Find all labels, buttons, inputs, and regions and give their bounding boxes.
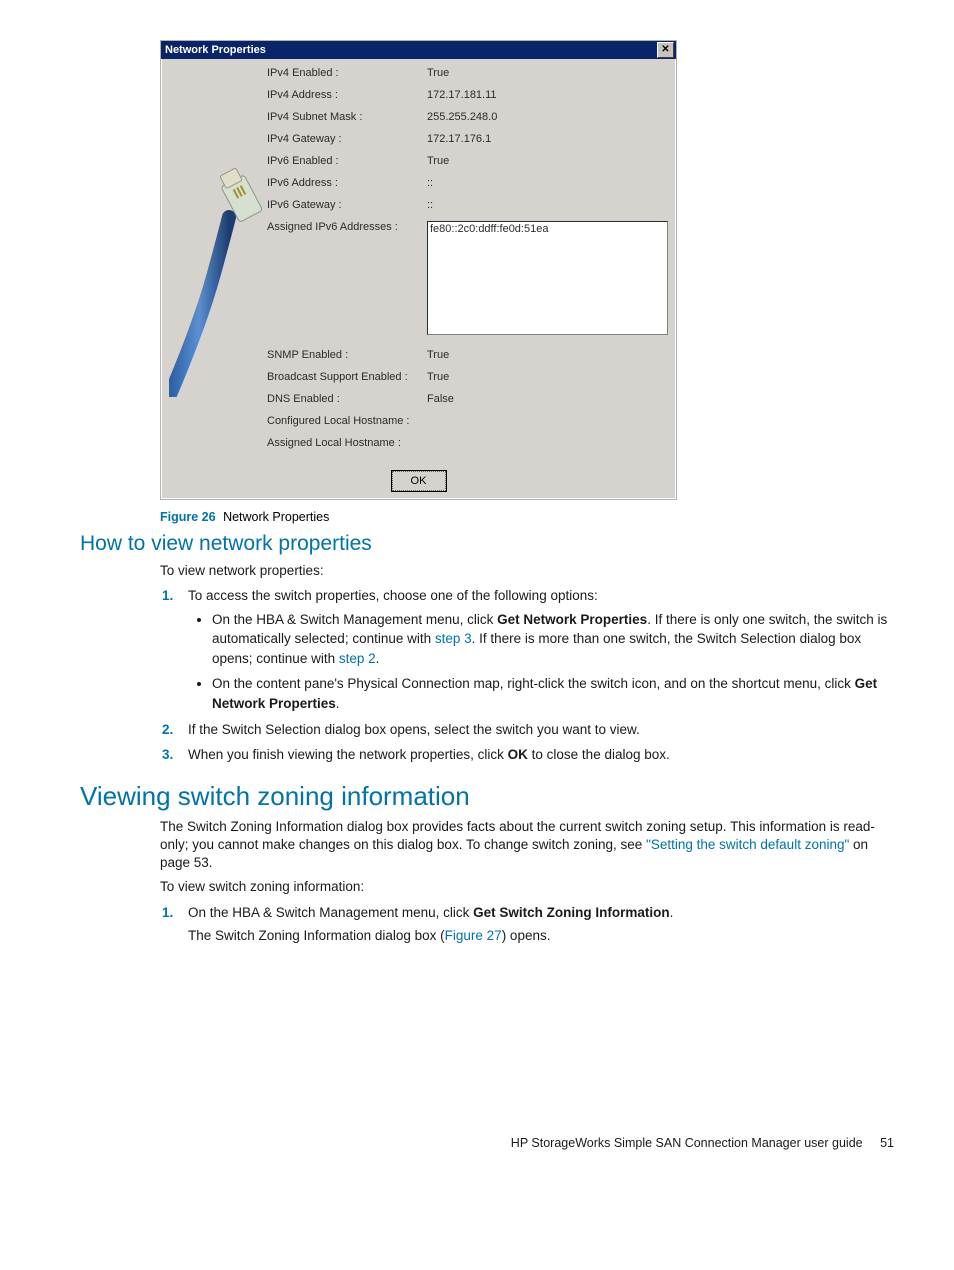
bold-ok: OK xyxy=(508,747,528,762)
zoning-paragraph-1: The Switch Zoning Information dialog box… xyxy=(160,818,894,873)
prop-row-ipv6-enabled: IPv6 Enabled : True xyxy=(267,155,668,167)
assigned-ipv6-list[interactable]: fe80::2c0:ddff:fe0d:51ea xyxy=(427,221,668,335)
bullet-hba-menu: On the HBA & Switch Management menu, cli… xyxy=(212,610,894,669)
figure-label: Figure 26 xyxy=(160,510,216,524)
prop-value: True xyxy=(427,67,668,79)
prop-value: True xyxy=(427,155,668,167)
zoning-step-1: 1. On the HBA & Switch Management menu, … xyxy=(188,903,894,946)
prop-value: 172.17.181.11 xyxy=(427,89,668,101)
step-number: 3. xyxy=(162,745,173,765)
page-number: 51 xyxy=(880,1136,894,1150)
ipv6-list-item: fe80::2c0:ddff:fe0d:51ea xyxy=(430,223,665,235)
prop-label: IPv4 Address : xyxy=(267,89,427,101)
ok-button[interactable]: OK xyxy=(392,471,446,491)
prop-label: IPv4 Gateway : xyxy=(267,133,427,145)
section1-intro: To view network properties: xyxy=(160,562,894,580)
cable-illustration xyxy=(169,67,263,397)
prop-row-configured-hostname: Configured Local Hostname : xyxy=(267,415,668,427)
section-heading-zoning-info: Viewing switch zoning information xyxy=(80,781,894,812)
prop-value: True xyxy=(427,371,668,383)
prop-value: :: xyxy=(427,199,668,211)
prop-row-ipv4-subnet: IPv4 Subnet Mask : 255.255.248.0 xyxy=(267,111,668,123)
step-2: 2. If the Switch Selection dialog box op… xyxy=(188,720,894,740)
section-heading-view-network-properties: How to view network properties xyxy=(80,532,894,556)
footer-text: HP StorageWorks Simple SAN Connection Ma… xyxy=(511,1136,863,1150)
prop-value: 172.17.176.1 xyxy=(427,133,668,145)
step-1-text: To access the switch properties, choose … xyxy=(188,588,598,603)
dialog-title-bar: Network Properties ✕ xyxy=(161,41,676,59)
prop-row-assigned-ipv6: Assigned IPv6 Addresses : fe80::2c0:ddff… xyxy=(267,221,668,335)
bullet-content-pane: On the content pane's Physical Connectio… xyxy=(212,674,894,713)
prop-label: Assigned IPv6 Addresses : xyxy=(267,221,427,233)
network-properties-dialog: Network Properties ✕ xyxy=(160,40,677,500)
prop-label: Broadcast Support Enabled : xyxy=(267,371,427,383)
prop-row-ipv4-gateway: IPv4 Gateway : 172.17.176.1 xyxy=(267,133,668,145)
prop-label: SNMP Enabled : xyxy=(267,349,427,361)
prop-label: IPv6 Address : xyxy=(267,177,427,189)
step-number: 1. xyxy=(162,903,173,923)
prop-label: IPv4 Enabled : xyxy=(267,67,427,79)
bold-get-network-properties: Get Network Properties xyxy=(497,612,647,627)
prop-label: IPv4 Subnet Mask : xyxy=(267,111,427,123)
close-button[interactable]: ✕ xyxy=(657,42,674,58)
prop-label: Configured Local Hostname : xyxy=(267,415,427,427)
link-step-3[interactable]: step 3 xyxy=(435,631,472,646)
step-3: 3. When you finish viewing the network p… xyxy=(188,745,894,765)
link-setting-default-zoning[interactable]: "Setting the switch default zoning" xyxy=(646,837,849,852)
step-number: 1. xyxy=(162,586,173,606)
prop-value: :: xyxy=(427,177,668,189)
prop-row-dns-enabled: DNS Enabled : False xyxy=(267,393,668,405)
bold-get-switch-zoning: Get Switch Zoning Information xyxy=(473,905,670,920)
prop-label: IPv6 Gateway : xyxy=(267,199,427,211)
prop-value: False xyxy=(427,393,668,405)
prop-row-ipv4-enabled: IPv4 Enabled : True xyxy=(267,67,668,79)
link-figure-27[interactable]: Figure 27 xyxy=(445,928,502,943)
prop-row-broadcast-enabled: Broadcast Support Enabled : True xyxy=(267,371,668,383)
prop-label: DNS Enabled : xyxy=(267,393,427,405)
prop-value: True xyxy=(427,349,668,361)
dialog-title: Network Properties xyxy=(165,44,266,56)
page-footer: HP StorageWorks Simple SAN Connection Ma… xyxy=(511,1136,894,1150)
close-icon: ✕ xyxy=(661,45,669,55)
step-number: 2. xyxy=(162,720,173,740)
prop-row-assigned-hostname: Assigned Local Hostname : xyxy=(267,437,668,449)
prop-label: Assigned Local Hostname : xyxy=(267,437,427,449)
prop-value: 255.255.248.0 xyxy=(427,111,668,123)
prop-row-ipv6-gateway: IPv6 Gateway : :: xyxy=(267,199,668,211)
prop-row-ipv4-address: IPv4 Address : 172.17.181.11 xyxy=(267,89,668,101)
zoning-paragraph-2: To view switch zoning information: xyxy=(160,878,894,896)
figure-caption: Figure 26 Network Properties xyxy=(160,510,894,524)
link-step-2[interactable]: step 2 xyxy=(339,651,376,666)
figure-caption-text: Network Properties xyxy=(223,510,329,524)
step-1: 1. To access the switch properties, choo… xyxy=(188,586,894,713)
prop-row-ipv6-address: IPv6 Address : :: xyxy=(267,177,668,189)
prop-label: IPv6 Enabled : xyxy=(267,155,427,167)
prop-row-snmp-enabled: SNMP Enabled : True xyxy=(267,349,668,361)
